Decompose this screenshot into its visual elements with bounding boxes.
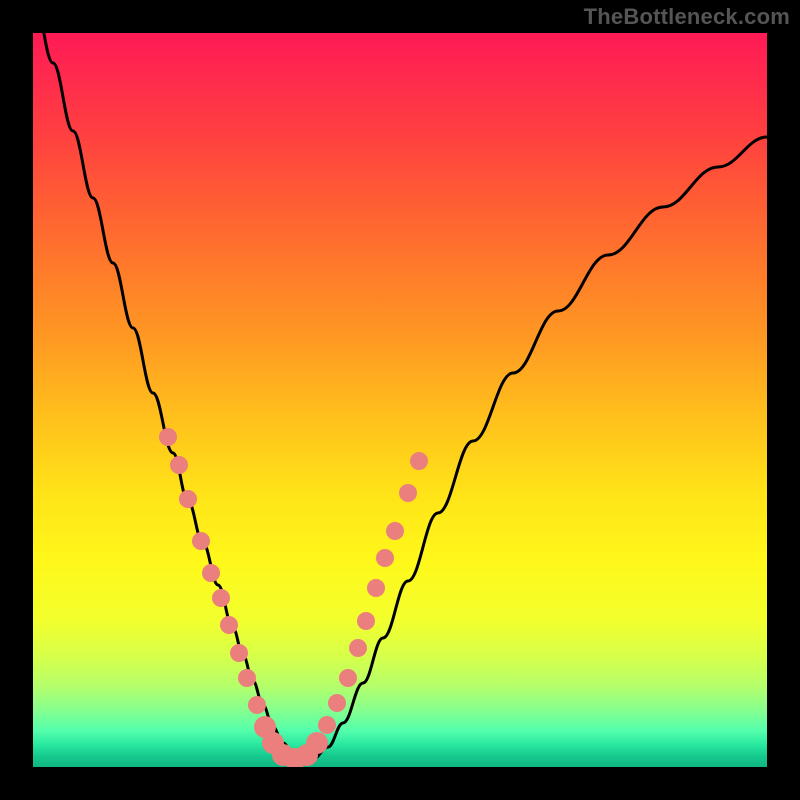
sample-dot — [306, 732, 328, 754]
sample-dot — [179, 490, 197, 508]
sample-dot — [248, 696, 266, 714]
sample-dot — [339, 669, 357, 687]
sample-dot — [328, 694, 346, 712]
chart-frame: TheBottleneck.com — [0, 0, 800, 800]
sample-dot — [357, 612, 375, 630]
sample-dot — [376, 549, 394, 567]
sample-dot — [386, 522, 404, 540]
sample-dot — [367, 579, 385, 597]
sample-dot — [410, 452, 428, 470]
sample-dot — [192, 532, 210, 550]
sample-dot — [238, 669, 256, 687]
bottleneck-curve — [33, 33, 767, 767]
sample-dot — [318, 716, 336, 734]
sample-dot — [349, 639, 367, 657]
plot-area — [33, 33, 767, 767]
sample-dot — [202, 564, 220, 582]
sample-dot — [399, 484, 417, 502]
sample-dot — [220, 616, 238, 634]
sample-dot — [170, 456, 188, 474]
sample-dot — [230, 644, 248, 662]
watermark-text: TheBottleneck.com — [584, 4, 790, 30]
sample-dot — [212, 589, 230, 607]
sample-dot — [159, 428, 177, 446]
